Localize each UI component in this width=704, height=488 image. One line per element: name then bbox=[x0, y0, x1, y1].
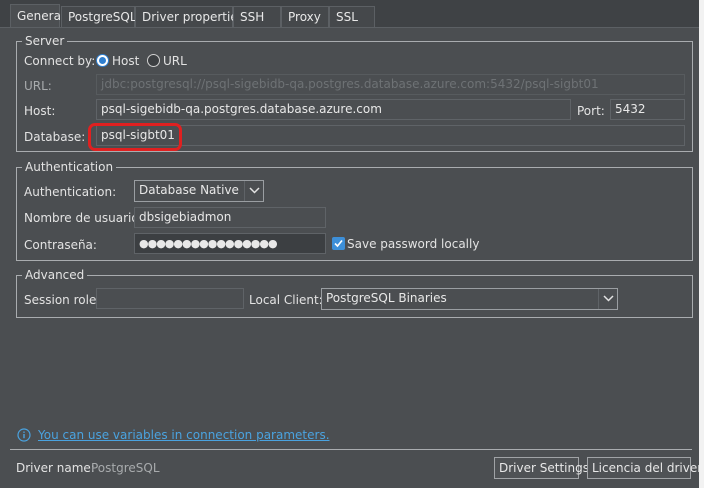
red-highlight-annotation bbox=[88, 123, 182, 151]
session-role-field[interactable] bbox=[96, 288, 244, 309]
driver-name-label: Driver name: bbox=[16, 461, 95, 475]
driver-settings-button[interactable]: Driver Settings bbox=[494, 457, 589, 479]
authentication-legend: Authentication bbox=[22, 159, 117, 175]
port-field[interactable]: 5432 bbox=[610, 99, 685, 120]
tab-postgresql[interactable]: PostgreSQL bbox=[61, 6, 137, 27]
host-label: Host: bbox=[24, 104, 56, 118]
url-field[interactable]: jdbc:postgresql://psql-sigebidb-qa.postg… bbox=[96, 74, 685, 95]
authentication-select-value: Database Native bbox=[139, 183, 239, 197]
url-radio[interactable] bbox=[147, 54, 160, 67]
tab-ssl[interactable]: SSL bbox=[329, 6, 375, 27]
database-field[interactable]: psql-sigbt01 bbox=[96, 125, 685, 146]
tab-divider bbox=[0, 27, 704, 28]
window-edge bbox=[699, 0, 704, 488]
host-field[interactable]: psql-sigebidb-qa.postgres.database.azure… bbox=[96, 99, 571, 120]
save-password-checkbox[interactable] bbox=[332, 237, 345, 250]
tab-ssh[interactable]: SSH bbox=[233, 6, 281, 27]
host-radio[interactable] bbox=[96, 54, 109, 67]
advanced-legend: Advanced bbox=[22, 267, 88, 283]
local-client-select[interactable]: PostgreSQL Binaries bbox=[321, 288, 618, 310]
password-label: Contraseña: bbox=[24, 238, 97, 252]
chevron-down-icon bbox=[244, 181, 263, 201]
tab-proxy[interactable]: Proxy bbox=[281, 6, 329, 27]
variables-help-link[interactable]: You can use variables in connection para… bbox=[38, 428, 330, 442]
driver-name-value: PostgreSQL bbox=[91, 461, 160, 475]
save-password-label[interactable]: Save password locally bbox=[347, 236, 479, 252]
local-client-label: Local Client: bbox=[249, 293, 323, 307]
driver-license-button[interactable]: Licencia del driver bbox=[587, 457, 702, 479]
user-field[interactable]: dbsigebiadmon bbox=[134, 207, 326, 228]
footer-divider bbox=[10, 449, 692, 450]
tab-driver-properties[interactable]: Driver properties bbox=[135, 6, 244, 27]
authentication-label: Authentication: bbox=[24, 185, 117, 199]
server-legend: Server bbox=[22, 33, 68, 49]
chevron-down-icon bbox=[598, 289, 617, 309]
port-label: Port: bbox=[577, 104, 605, 118]
user-label: Nombre de usuario: bbox=[24, 211, 143, 225]
info-icon bbox=[17, 428, 31, 442]
tab-general[interactable]: General bbox=[10, 4, 64, 28]
connect-by-label: Connect by: bbox=[24, 54, 96, 68]
authentication-select[interactable]: Database Native bbox=[134, 180, 264, 202]
database-label: Database: bbox=[24, 130, 86, 144]
password-field[interactable]: ●●●●●●●●●●●●●●●● bbox=[134, 233, 326, 254]
session-role-label: Session role: bbox=[24, 293, 101, 307]
url-radio-label[interactable]: URL bbox=[163, 53, 187, 69]
local-client-select-value: PostgreSQL Binaries bbox=[326, 291, 447, 305]
host-radio-label[interactable]: Host bbox=[112, 53, 139, 69]
url-label: URL: bbox=[24, 79, 52, 93]
